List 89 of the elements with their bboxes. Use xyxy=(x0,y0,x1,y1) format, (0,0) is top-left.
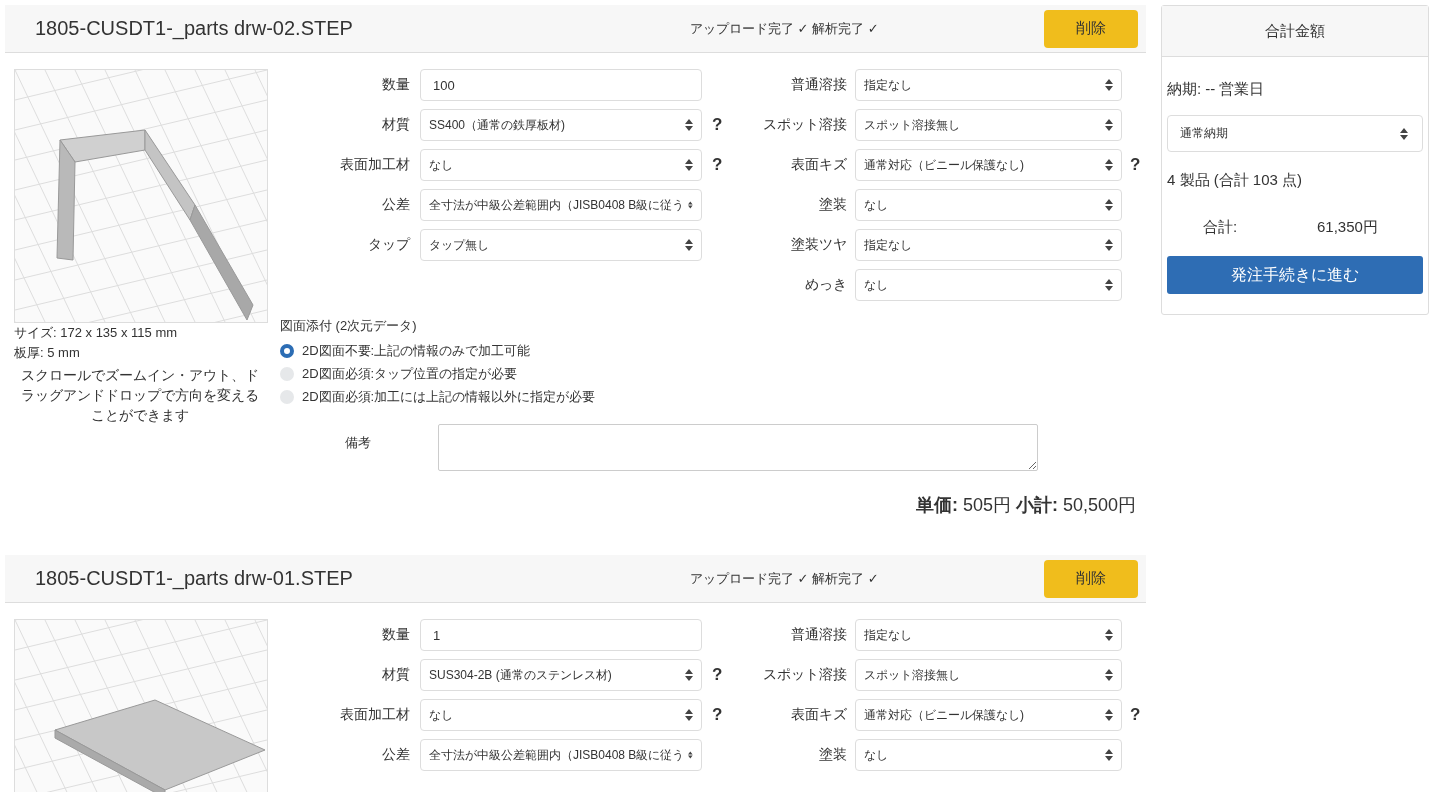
dropdown[interactable]: SUS304-2B (通常のステンレス材) xyxy=(420,659,702,691)
dropdown[interactable]: 指定なし xyxy=(855,619,1122,651)
field-label: 表面キズ xyxy=(790,706,847,724)
checkout-button[interactable]: 発注手続きに進む xyxy=(1167,256,1423,294)
sort-caret-icon xyxy=(685,709,693,721)
field-label: スポット溶接 xyxy=(762,666,847,684)
field-label: 普通溶接 xyxy=(790,76,847,94)
product-count: 4 製品 (合計 103 点) xyxy=(1167,171,1304,190)
field-label: 材質 xyxy=(381,666,410,684)
sort-caret-icon xyxy=(1105,159,1113,171)
dropdown[interactable]: スポット溶接無し xyxy=(855,109,1122,141)
delivery-dropdown[interactable]: 通常納期 xyxy=(1167,115,1423,152)
radio-label[interactable]: 2D図面必須:タップ位置の指定が必要 xyxy=(302,364,518,383)
dropdown[interactable]: なし xyxy=(855,189,1122,221)
field-label: 数量 xyxy=(381,626,410,644)
radio-label[interactable]: 2D図面必須:加工には上記の情報以外に指定が必要 xyxy=(302,387,596,406)
sort-caret-icon xyxy=(1105,199,1113,211)
dropdown[interactable]: 全寸法が中級公差範囲内（JISB0408 B級に従う xyxy=(420,189,702,221)
note-field[interactable] xyxy=(438,424,1038,471)
sort-caret-icon xyxy=(1105,239,1113,251)
price-text: 単価: 505円 小計: 50,500円 xyxy=(915,494,1136,517)
field-label: 塗装ツヤ xyxy=(790,236,847,254)
hint-text: スクロールでズームイン・アウト、ドラッグアンドドロップで方向を変えることができます xyxy=(20,366,260,425)
thickness-text: 板厚: 5 mm xyxy=(14,344,81,362)
help-link[interactable]: ? xyxy=(712,155,732,175)
sort-caret-icon xyxy=(1105,79,1113,91)
field-label: 公差 xyxy=(381,196,410,214)
quantity-input[interactable]: 100 xyxy=(420,69,702,101)
sort-caret-icon xyxy=(1105,629,1113,641)
total-value: 61,350円 xyxy=(1317,218,1379,237)
sort-caret-icon xyxy=(1105,669,1113,681)
file-name: 1805-CUSDT1-_parts drw-02.STEP xyxy=(35,17,354,40)
delete-button[interactable]: 削除 xyxy=(1044,559,1138,598)
file-name: 1805-CUSDT1-_parts drw-01.STEP xyxy=(35,567,354,590)
sort-caret-icon xyxy=(1400,127,1408,140)
help-link[interactable]: ? xyxy=(1130,155,1146,175)
dropdown[interactable]: 通常対応（ビニール保護なし) xyxy=(855,149,1122,181)
help-link[interactable]: ? xyxy=(1130,705,1146,725)
help-link[interactable]: ? xyxy=(712,665,732,685)
dropdown[interactable]: なし xyxy=(420,699,702,731)
field-label: めっき xyxy=(804,276,847,294)
note-label: 備考 xyxy=(344,434,372,452)
field-label: タップ xyxy=(367,236,410,254)
sort-caret-icon xyxy=(1105,119,1113,131)
dropdown[interactable]: SS400（通常の鉄厚板材) xyxy=(420,109,702,141)
status-text: アップロード完了 ✓ 解析完了 ✓ xyxy=(690,569,880,588)
radio-button[interactable] xyxy=(280,366,294,381)
delivery-text: 納期: -- 営業日 xyxy=(1167,80,1266,99)
field-label: 公差 xyxy=(381,746,410,764)
sort-caret-icon xyxy=(688,199,693,211)
radio-button[interactable] xyxy=(280,343,294,358)
dropdown[interactable]: 指定なし xyxy=(855,229,1122,261)
dropdown[interactable]: なし xyxy=(420,149,702,181)
part-preview-drawing[interactable] xyxy=(14,69,268,323)
dropdown[interactable]: 指定なし xyxy=(855,69,1122,101)
sort-caret-icon xyxy=(688,749,693,761)
dropdown[interactable]: なし xyxy=(855,269,1122,301)
sort-caret-icon xyxy=(1105,749,1113,761)
total-label: 合計: xyxy=(1202,218,1239,237)
sort-caret-icon xyxy=(1105,279,1113,291)
status-text: アップロード完了 ✓ 解析完了 ✓ xyxy=(690,19,880,38)
field-label: 塗装 xyxy=(818,746,847,764)
field-label: 塗装 xyxy=(818,196,847,214)
help-link[interactable]: ? xyxy=(712,115,732,135)
radio-button[interactable] xyxy=(280,389,294,404)
sort-caret-icon xyxy=(1105,709,1113,721)
field-label: 表面キズ xyxy=(790,156,847,174)
field-label: 表面加工材 xyxy=(339,156,410,174)
dropdown[interactable]: タップ無し xyxy=(420,229,702,261)
summary-title: 合計金額 xyxy=(1265,21,1325,41)
sort-caret-icon xyxy=(685,119,693,131)
field-label: スポット溶接 xyxy=(762,116,847,134)
sort-caret-icon xyxy=(685,669,693,681)
field-label: 普通溶接 xyxy=(790,626,847,644)
delete-button[interactable]: 削除 xyxy=(1044,9,1138,48)
sort-caret-icon xyxy=(685,159,693,171)
quantity-input[interactable]: 1 xyxy=(420,619,702,651)
field-label: 材質 xyxy=(381,116,410,134)
field-label: 数量 xyxy=(381,76,410,94)
attachment-title: 図面添付 (2次元データ) xyxy=(280,317,418,335)
dropdown[interactable]: なし xyxy=(855,739,1122,771)
field-label: 表面加工材 xyxy=(339,706,410,724)
radio-label[interactable]: 2D図面不要:上記の情報のみで加工可能 xyxy=(302,341,531,360)
sort-caret-icon xyxy=(685,239,693,251)
dropdown[interactable]: 通常対応（ビニール保護なし) xyxy=(855,699,1122,731)
dropdown[interactable]: 全寸法が中級公差範囲内（JISB0408 B級に従う xyxy=(420,739,702,771)
dropdown[interactable]: スポット溶接無し xyxy=(855,659,1122,691)
size-text: サイズ: 172 x 135 x 115 mm xyxy=(14,324,179,342)
help-link[interactable]: ? xyxy=(712,705,732,725)
